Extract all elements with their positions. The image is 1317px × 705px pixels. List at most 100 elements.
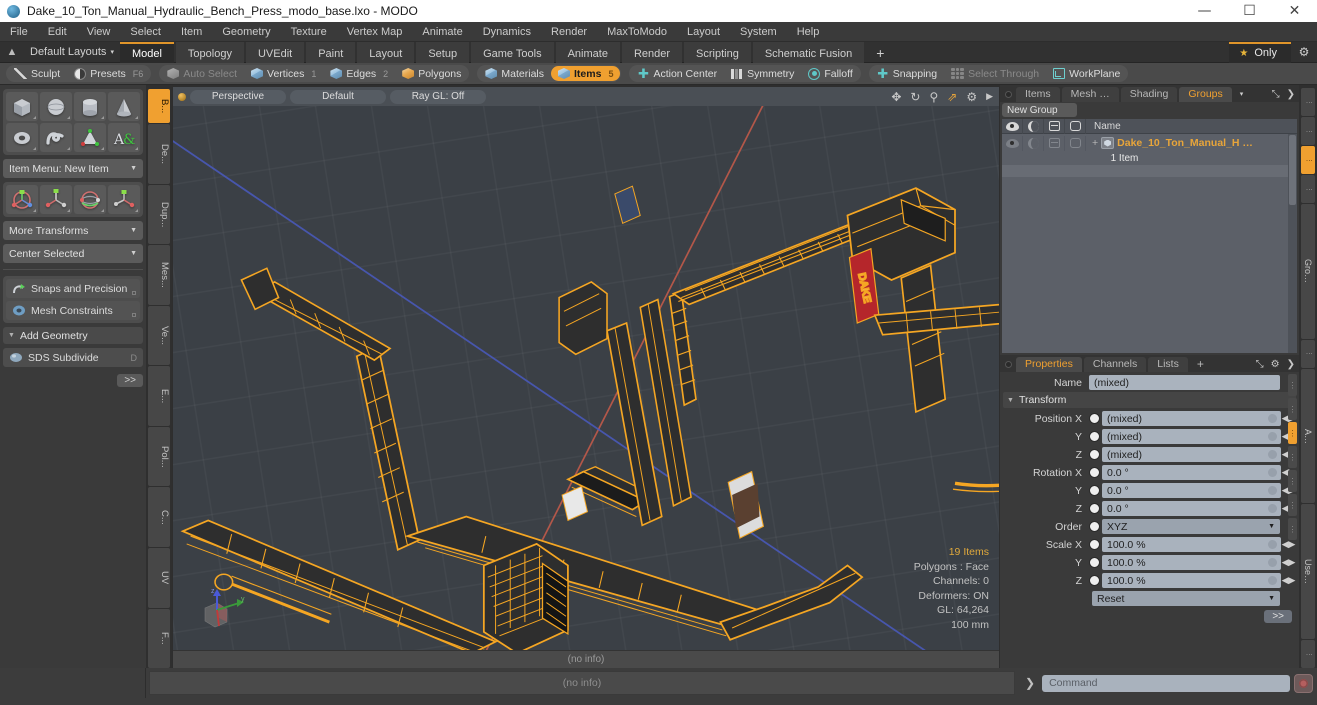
- wireframe-column-header[interactable]: [1044, 119, 1065, 134]
- only-tab[interactable]: ★ Only: [1229, 41, 1291, 63]
- transform-channel-toggle-5[interactable]: [1089, 503, 1100, 514]
- menu-item-animate[interactable]: Animate: [412, 22, 472, 42]
- sds-subdivide-button[interactable]: SDS Subdivide D: [3, 348, 143, 367]
- field-reset-icon[interactable]: [1268, 486, 1277, 495]
- right-vtab-4[interactable]: Gro…: [1301, 204, 1315, 339]
- more-transforms-dropdown[interactable]: More Transforms ▼: [3, 221, 143, 240]
- more-options-icon[interactable]: ❯: [1287, 89, 1295, 100]
- polygons-button[interactable]: Polygons: [395, 66, 468, 81]
- right-vtab-1[interactable]: ⋮: [1301, 117, 1315, 145]
- side-strip-dots[interactable]: ⋮: [1288, 470, 1297, 492]
- minimize-button[interactable]: —: [1182, 0, 1227, 22]
- menu-item-maxtomodo[interactable]: MaxToModo: [597, 22, 677, 42]
- order-channel-toggle[interactable]: [1089, 521, 1100, 532]
- close-button[interactable]: ✕: [1272, 0, 1317, 22]
- transform-channel-toggle-3[interactable]: [1089, 467, 1100, 478]
- field-reset-icon[interactable]: [1268, 450, 1277, 459]
- auto-select-button[interactable]: Auto Select: [160, 66, 244, 81]
- menu-item-help[interactable]: Help: [787, 22, 830, 42]
- transform-channel-toggle-1[interactable]: [1089, 431, 1100, 442]
- model-wireframe[interactable]: DAKE: [173, 106, 999, 650]
- side-strip-dots[interactable]: ⋮: [1288, 518, 1297, 540]
- layout-tab-topology[interactable]: Topology: [175, 41, 244, 63]
- new-group-button[interactable]: New Group: [1002, 103, 1077, 117]
- menu-item-view[interactable]: View: [77, 22, 121, 42]
- layout-tab-render[interactable]: Render: [621, 41, 683, 63]
- layout-tab-layout[interactable]: Layout: [357, 41, 415, 63]
- left-vtab-6[interactable]: Pol...: [148, 426, 170, 487]
- rotate-tool[interactable]: [40, 185, 72, 214]
- field-reset-icon[interactable]: [1268, 414, 1277, 423]
- action-center-button[interactable]: ✚ Action Center: [630, 66, 724, 81]
- view-menu-icon[interactable]: ▶: [986, 91, 993, 102]
- export-layout-icon[interactable]: ▲: [0, 42, 24, 63]
- snaps-and-precision-button[interactable]: Snaps and Precision: [6, 279, 140, 298]
- shading-column-header[interactable]: [1023, 119, 1044, 134]
- visible-column-header[interactable]: [1002, 119, 1023, 134]
- menu-item-system[interactable]: System: [730, 22, 787, 42]
- group-list-row[interactable]: + Dake_10_Ton_Manual_H …: [1002, 134, 1297, 152]
- viewport-projection-dropdown[interactable]: Perspective: [190, 89, 286, 104]
- layout-preset-dropdown[interactable]: Default Layouts ▾: [24, 46, 120, 58]
- bezier-tool[interactable]: [74, 123, 106, 152]
- layout-tab-paint[interactable]: Paint: [306, 41, 356, 63]
- group-item-name-cell[interactable]: + Dake_10_Ton_Manual_H …: [1086, 137, 1253, 149]
- edges-button[interactable]: Edges 2: [323, 66, 395, 81]
- scale-field-0[interactable]: 100.0 %: [1102, 537, 1281, 552]
- transform-field-4[interactable]: 0.0 °: [1102, 483, 1281, 498]
- viewport-3d[interactable]: DAKE 19 Items Polygons: Face Channels: …: [173, 106, 999, 650]
- side-strip-dots[interactable]: ⋮: [1288, 398, 1297, 420]
- field-reset-icon[interactable]: [1268, 432, 1277, 441]
- field-reset-icon[interactable]: [1268, 576, 1277, 585]
- items-button[interactable]: Items 5: [551, 66, 621, 81]
- menu-item-render[interactable]: Render: [541, 22, 597, 42]
- chevron-down-icon[interactable]: ▾: [1234, 87, 1250, 102]
- torus-tool[interactable]: [6, 123, 38, 152]
- viewport-raygl-dropdown[interactable]: Ray GL: Off: [390, 89, 486, 104]
- menu-item-layout[interactable]: Layout: [677, 22, 730, 42]
- properties-tab-lists[interactable]: Lists: [1148, 357, 1188, 372]
- command-input[interactable]: Command: [1042, 674, 1290, 692]
- right-vtab-0[interactable]: ⋮: [1301, 88, 1315, 116]
- field-reset-icon[interactable]: [1268, 468, 1277, 477]
- row-shading-toggle[interactable]: [1023, 135, 1044, 151]
- right-vtab-6[interactable]: A…: [1301, 368, 1315, 504]
- scale-channel-toggle-2[interactable]: [1089, 575, 1100, 586]
- view-settings-icon[interactable]: ⚙: [966, 90, 977, 104]
- transform-section-header[interactable]: ▼ Transform: [1003, 392, 1296, 408]
- viewport-shading-dropdown[interactable]: Default: [290, 89, 386, 104]
- move-tool[interactable]: [6, 185, 38, 214]
- scale-channel-toggle-0[interactable]: [1089, 539, 1100, 550]
- expand-panel-icon[interactable]: ⤡: [1256, 359, 1264, 370]
- rotate-view-icon[interactable]: ↻: [910, 90, 920, 104]
- scale-channel-toggle-1[interactable]: [1089, 557, 1100, 568]
- menu-item-file[interactable]: File: [0, 22, 38, 42]
- cylinder-tool[interactable]: [74, 92, 106, 121]
- menu-item-texture[interactable]: Texture: [281, 22, 337, 42]
- layout-tab-setup[interactable]: Setup: [416, 41, 470, 63]
- transform-channel-toggle-2[interactable]: [1089, 449, 1100, 460]
- side-strip-dots[interactable]: ⋮: [1288, 374, 1297, 396]
- record-button[interactable]: [1294, 673, 1313, 693]
- select-column-header[interactable]: [1065, 119, 1086, 134]
- properties-tab-properties[interactable]: Properties: [1016, 357, 1082, 372]
- row-select-toggle[interactable]: [1065, 135, 1086, 151]
- move-view-icon[interactable]: ✥: [891, 90, 901, 104]
- menu-item-vertex-map[interactable]: Vertex Map: [337, 22, 413, 42]
- side-strip-dots-active[interactable]: ⋮: [1288, 422, 1297, 444]
- layout-tab-schematic-fusion[interactable]: Schematic Fusion: [752, 41, 865, 63]
- group-list[interactable]: Name + Dake_10_Ton_Manual_H … 1 Item: [1002, 119, 1297, 353]
- side-strip-dots[interactable]: ⋮: [1288, 446, 1297, 468]
- maximize-button[interactable]: ☐: [1227, 0, 1272, 22]
- menu-item-geometry[interactable]: Geometry: [212, 22, 280, 42]
- side-strip-dots[interactable]: ⋮: [1288, 494, 1297, 516]
- menu-item-item[interactable]: Item: [171, 22, 212, 42]
- left-vtab-5[interactable]: E...: [148, 366, 170, 426]
- field-reset-icon[interactable]: [1268, 504, 1277, 513]
- left-vtab-9[interactable]: F...: [148, 608, 170, 669]
- item-menu-dropdown[interactable]: Item Menu: New Item ▼: [3, 159, 143, 178]
- expand-panel-icon[interactable]: ⤡: [1272, 89, 1280, 100]
- properties-tab-channels[interactable]: Channels: [1083, 357, 1147, 372]
- left-vtab-1[interactable]: De...: [148, 124, 170, 184]
- panel-tab-shading[interactable]: Shading: [1120, 87, 1178, 102]
